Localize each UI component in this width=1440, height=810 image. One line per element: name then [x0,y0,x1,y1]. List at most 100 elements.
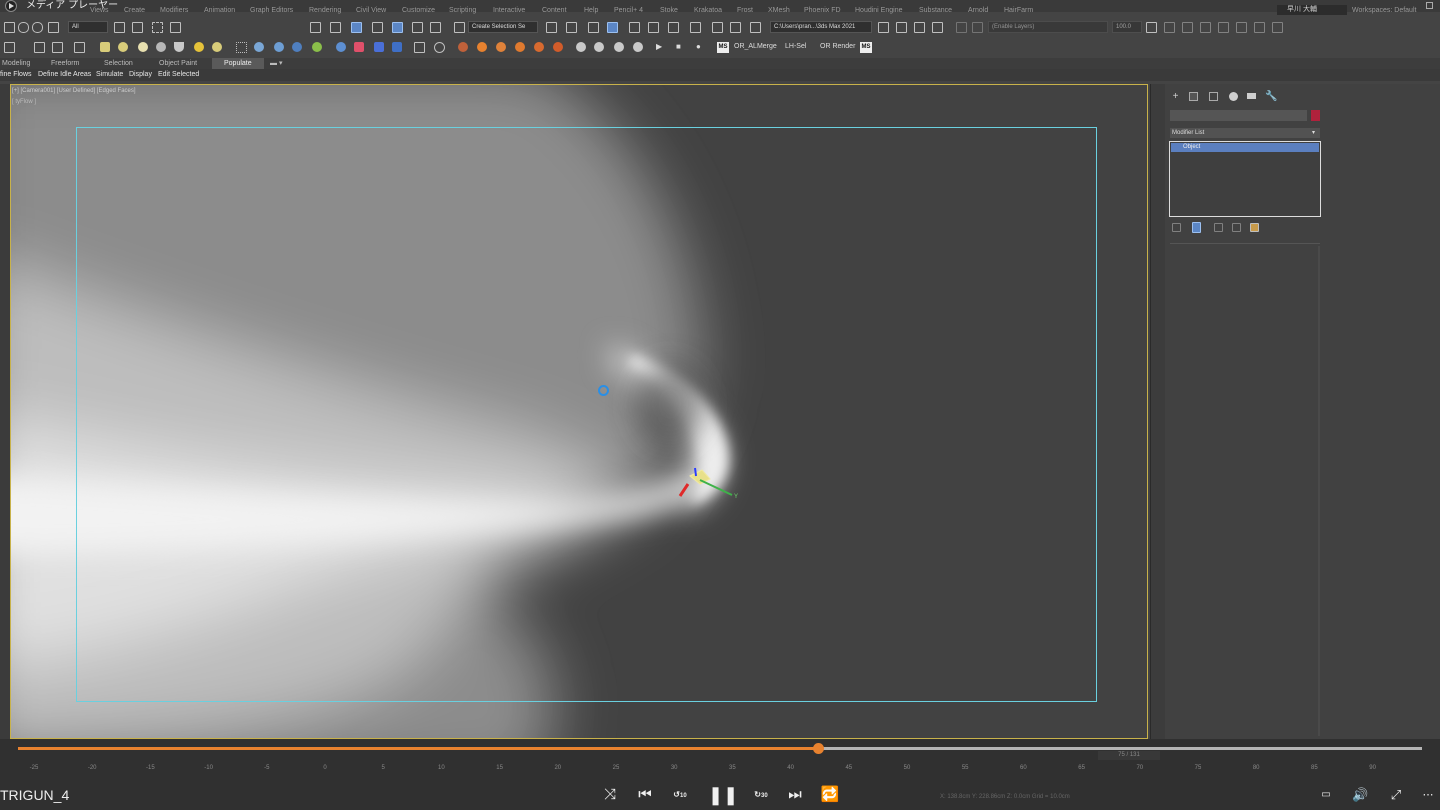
dome-icon[interactable] [212,42,222,52]
material-editor-icon[interactable] [690,22,701,33]
box-primitive-icon[interactable] [100,42,110,52]
orange-object-icon[interactable] [534,42,544,52]
panel-scrollbar[interactable] [1318,246,1320,736]
display-button[interactable]: Display [129,69,152,81]
maxscript-badge-1[interactable]: MS [717,42,729,53]
menu-item-xmesh[interactable]: XMesh [768,5,790,17]
scene-explorer-icon[interactable] [588,22,599,33]
tool-1-icon[interactable] [1164,22,1175,33]
ribbon-tab-freeform[interactable]: Freeform [51,58,79,69]
edit-named-selections-icon[interactable] [454,22,465,33]
workspaces-selector[interactable]: Workspaces: Default [1352,5,1416,17]
menu-item-scripting[interactable]: Scripting [449,5,476,17]
wire-sphere-icon[interactable] [633,42,643,52]
tool-4-icon[interactable] [1218,22,1229,33]
seek-bar-thumb[interactable] [812,743,824,754]
fire-icon[interactable] [458,42,468,52]
menu-item-help[interactable]: Help [584,5,598,17]
select-and-link-icon[interactable] [310,22,321,33]
camera-icon[interactable] [52,42,63,53]
menu-item-views[interactable]: Views [90,5,109,17]
particle-icon[interactable] [236,42,247,53]
save-folder-icon[interactable] [932,22,943,33]
maxscript-badge-2[interactable]: MS [860,42,872,53]
menu-item-stoke[interactable]: Stoke [660,5,678,17]
grid-icon[interactable] [4,42,15,53]
cone-icon[interactable] [174,42,184,52]
layer-add-icon[interactable] [972,22,983,33]
layer-icon[interactable] [956,22,967,33]
motion-tab-icon[interactable] [1229,92,1238,101]
menu-item-krakatoa[interactable]: Krakatoa [694,5,722,17]
menu-item-modifiers[interactable]: Modifiers [160,5,188,17]
foliage-icon[interactable] [312,42,322,52]
menu-item-substance[interactable]: Substance [919,5,952,17]
tool-2-icon[interactable] [1182,22,1193,33]
menu-item-houdini-engine[interactable]: Houdini Engine [855,5,902,17]
ribbon-options-icon[interactable]: ▬ ▾ [270,58,282,69]
modifier-list-dropdown[interactable]: Modifier List [1170,128,1320,138]
skip-forward-30-button[interactable]: ↻30 [751,785,771,805]
edit-selected-button[interactable]: Edit Selected [158,69,199,81]
menu-item-animation[interactable]: Animation [204,5,235,17]
volume-icon[interactable]: 🔊 [1352,787,1368,803]
remove-modifier-icon[interactable] [1232,223,1241,232]
pin-stack-icon[interactable] [1172,223,1181,232]
menu-item-phoenix-fd[interactable]: Phoenix FD [804,5,841,17]
tool-6-icon[interactable] [1254,22,1265,33]
sun-icon[interactable] [194,42,204,52]
align-icon[interactable] [566,22,577,33]
play-icon[interactable]: ▶ [656,41,662,53]
tyflow-icon[interactable] [292,42,302,52]
modify-tab-icon[interactable] [1189,92,1198,101]
menu-item-graph-editors[interactable]: Graph Editors [250,5,293,17]
restore-window-icon[interactable] [1426,2,1433,9]
bind-space-warp-icon[interactable] [48,22,59,33]
select-by-name-icon[interactable] [132,22,143,33]
orange-ball-icon[interactable] [496,42,506,52]
half-sphere-icon[interactable] [614,42,624,52]
render-production-icon[interactable] [750,22,761,33]
orange-ring-icon[interactable] [553,42,563,52]
image-icon[interactable] [374,42,384,52]
record-icon[interactable]: ● [696,41,701,53]
help-icon[interactable] [434,42,445,53]
mesh-icon[interactable] [274,42,284,52]
phone-icon[interactable] [414,42,425,53]
project-folder-icon[interactable] [878,22,889,33]
ribbon-tab-object-paint[interactable]: Object Paint [159,58,197,69]
create-tab-icon[interactable]: + [1171,92,1180,102]
menu-item-civil-view[interactable]: Civil View [356,5,386,17]
hemisphere-icon[interactable] [118,42,128,52]
or-almerge-button[interactable]: OR_ALMerge [734,41,777,53]
window-crossing-icon[interactable] [170,22,181,33]
define-idle-areas-button[interactable]: Define Idle Areas [38,69,91,81]
make-unique-icon[interactable] [1214,223,1223,232]
chevron-down-icon[interactable]: ▾ [1312,128,1315,138]
ribbon-tab-selection[interactable]: Selection [104,58,133,69]
tool-3-icon[interactable] [1200,22,1211,33]
zoom-value-field[interactable]: 100.0 [1112,21,1142,33]
select-object-icon[interactable] [114,22,125,33]
rendered-frame-window-icon[interactable] [730,22,741,33]
link-icon[interactable] [18,22,29,33]
fullscreen-icon[interactable]: ⤢ [1388,787,1404,803]
simulate-button[interactable]: Simulate [96,69,123,81]
angle-snap-icon[interactable] [392,22,403,33]
tool-7-icon[interactable] [1272,22,1283,33]
skip-back-10-button[interactable]: ↺10 [670,785,690,805]
spinner-snap-icon[interactable] [430,22,441,33]
user-account[interactable]: 早川 大輔 [1277,5,1347,15]
select-move-icon[interactable] [330,22,341,33]
pumpkin-icon[interactable] [515,42,525,52]
pause-icon[interactable]: ❚❚ [708,785,738,805]
texture-icon[interactable] [392,42,402,52]
menu-item-create[interactable]: Create [124,5,145,17]
database-icon[interactable] [1146,22,1157,33]
utilities-wrench-icon[interactable]: 🔧 [1265,92,1277,102]
set-project-icon[interactable] [896,22,907,33]
select-rotate-icon[interactable] [351,22,362,33]
open-folder-icon[interactable] [914,22,925,33]
lh-sel-button[interactable]: LH-Sel [785,41,806,53]
create-selection-set-dropdown[interactable]: Create Selection Se [468,21,538,33]
